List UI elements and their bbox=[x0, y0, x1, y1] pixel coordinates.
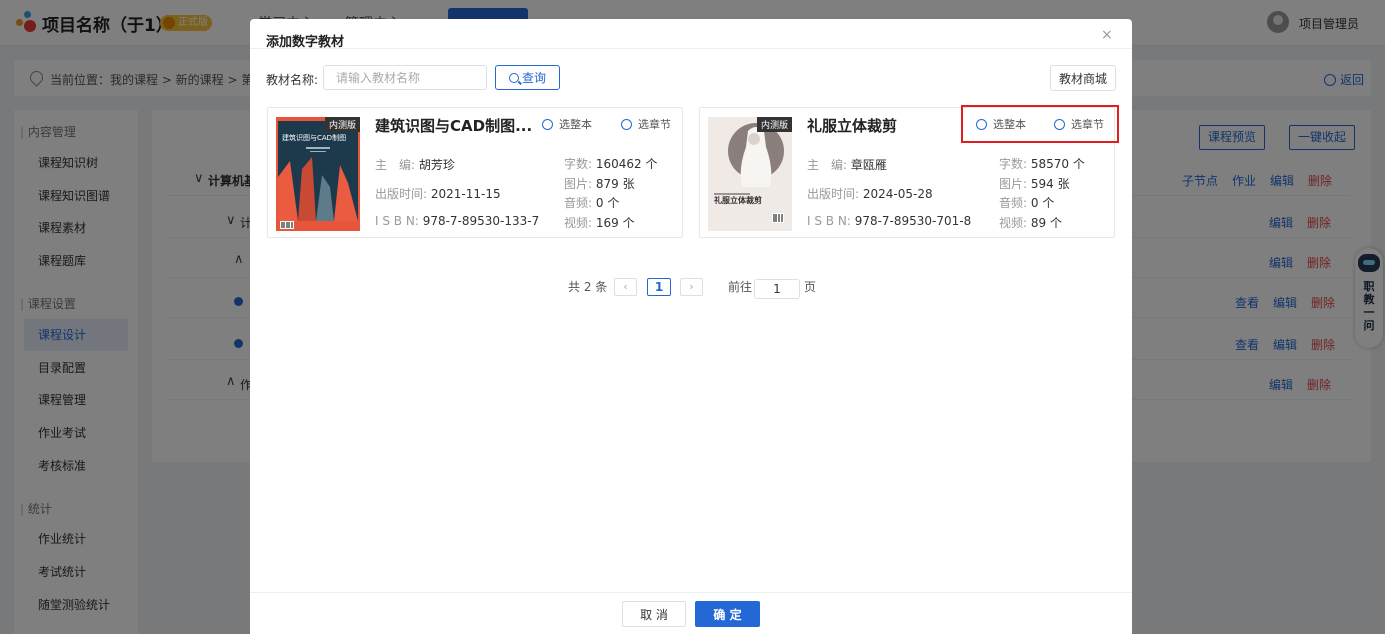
field-value: 0 个 bbox=[595, 196, 620, 210]
field-label: 主 编: bbox=[807, 158, 848, 172]
book-word-count: 字数: 160462 个 bbox=[564, 155, 658, 172]
field-value: 978-7-89530-701-8 bbox=[854, 214, 972, 228]
search-input[interactable] bbox=[323, 65, 487, 90]
field-label: 音频: bbox=[564, 196, 593, 210]
next-page-icon[interactable]: › bbox=[680, 278, 703, 296]
divider bbox=[250, 592, 1132, 593]
field-value: 2024-05-28 bbox=[862, 187, 933, 201]
goto-page-input[interactable] bbox=[754, 279, 800, 299]
cover-title: 建筑识图与CAD制图 bbox=[282, 134, 347, 142]
search-icon bbox=[508, 73, 519, 83]
radio-icon bbox=[621, 119, 632, 130]
field-value: 58570 个 bbox=[1030, 157, 1085, 171]
field-value: 胡芳珍 bbox=[418, 158, 455, 172]
field-label: 视频: bbox=[999, 216, 1028, 230]
book-editor: 主 编: 章瓯雁 bbox=[807, 156, 887, 173]
field-label: 出版时间: bbox=[807, 187, 860, 201]
book-word-count: 字数: 58570 个 bbox=[999, 155, 1085, 172]
radio-label: 选章节 bbox=[638, 118, 671, 131]
book-image-count: 图片: 594 张 bbox=[999, 175, 1070, 192]
field-value: 594 张 bbox=[1030, 177, 1070, 191]
field-label: 主 编: bbox=[375, 158, 416, 172]
goto-label: 前往 bbox=[728, 280, 753, 294]
page-unit-label: 页 bbox=[804, 280, 817, 294]
book-isbn: I S B N: 978-7-89530-701-8 bbox=[807, 214, 971, 228]
pagination-total: 共 2 条 bbox=[568, 280, 608, 294]
field-value: 0 个 bbox=[1030, 196, 1055, 210]
book-cover: 内测版 礼服立体裁剪 bbox=[708, 117, 792, 231]
book-publish-date: 出版时间: 2021-11-15 bbox=[375, 185, 501, 202]
field-value: 160462 个 bbox=[595, 157, 658, 171]
textbook-mall-button[interactable]: 教材商城 bbox=[1050, 65, 1116, 91]
book-video-count: 视频: 169 个 bbox=[564, 214, 635, 231]
field-label: 图片: bbox=[999, 177, 1028, 191]
book-audio-count: 音频: 0 个 bbox=[564, 194, 619, 211]
book-cover: 内测版 建筑识图与CAD制图 bbox=[276, 117, 360, 231]
field-label: I S B N: bbox=[375, 214, 419, 228]
select-chapter-radio[interactable]: 选章节 bbox=[621, 116, 671, 132]
cover-title: 礼服立体裁剪 bbox=[714, 196, 762, 205]
search-label: 教材名称: bbox=[266, 73, 319, 87]
radio-icon bbox=[542, 119, 553, 130]
divider bbox=[250, 48, 1132, 49]
field-label: 字数: bbox=[999, 157, 1028, 171]
book-card: 内测版 建筑识图与CAD制图 建筑识图与CAD制图... 选整本 选章节 主 编… bbox=[267, 107, 683, 238]
cover-art bbox=[708, 117, 792, 231]
field-label: 视频: bbox=[564, 216, 593, 230]
field-value: 89 个 bbox=[1030, 216, 1062, 230]
radio-label: 选整本 bbox=[559, 118, 592, 131]
cover-tag: 内测版 bbox=[756, 117, 792, 132]
field-value: 章瓯雁 bbox=[850, 158, 887, 172]
book-isbn: I S B N: 978-7-89530-133-7 bbox=[375, 214, 539, 228]
field-label: 图片: bbox=[564, 177, 593, 191]
confirm-button[interactable]: 确 定 bbox=[695, 601, 760, 627]
book-image-count: 图片: 879 张 bbox=[564, 175, 635, 192]
cover-tag: 内测版 bbox=[324, 117, 360, 132]
field-label: I S B N: bbox=[807, 214, 851, 228]
field-label: 出版时间: bbox=[375, 187, 428, 201]
selection-highlight-box bbox=[961, 105, 1119, 143]
field-value: 2021-11-15 bbox=[430, 187, 501, 201]
prev-page-icon[interactable]: ‹ bbox=[614, 278, 637, 296]
book-audio-count: 音频: 0 个 bbox=[999, 194, 1054, 211]
book-editor: 主 编: 胡芳珍 bbox=[375, 156, 455, 173]
field-value: 879 张 bbox=[595, 177, 635, 191]
field-value: 169 个 bbox=[595, 216, 635, 230]
book-video-count: 视频: 89 个 bbox=[999, 214, 1062, 231]
book-publish-date: 出版时间: 2024-05-28 bbox=[807, 185, 933, 202]
field-value: 978-7-89530-133-7 bbox=[422, 214, 540, 228]
search-button-label: 查询 bbox=[521, 71, 546, 85]
field-label: 音频: bbox=[999, 196, 1028, 210]
add-textbook-dialog: 添加数字教材 × 教材名称: 查询 教材商城 内测版 建筑识图与CAD制图 建筑… bbox=[250, 19, 1132, 634]
search-button[interactable]: 查询 bbox=[495, 65, 560, 90]
cancel-button[interactable]: 取 消 bbox=[622, 601, 686, 627]
page-number[interactable]: 1 bbox=[647, 278, 671, 296]
book-title: 礼服立体裁剪 bbox=[807, 117, 898, 135]
close-icon[interactable]: × bbox=[1101, 27, 1113, 43]
select-whole-radio[interactable]: 选整本 bbox=[542, 116, 592, 132]
book-title: 建筑识图与CAD制图... bbox=[375, 117, 533, 135]
field-label: 字数: bbox=[564, 157, 593, 171]
